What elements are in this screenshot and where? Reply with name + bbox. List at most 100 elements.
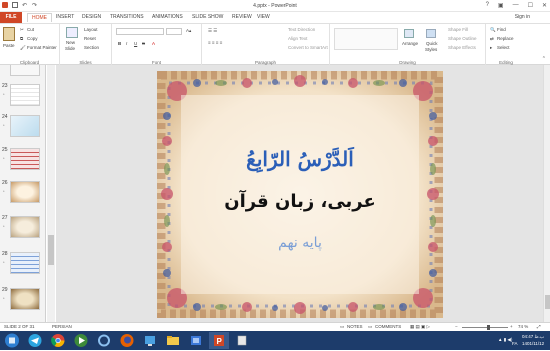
convert-smartart-button[interactable]: Convert to SmartArt <box>288 45 328 50</box>
firefox-icon[interactable] <box>117 332 137 349</box>
powerpoint-taskbar-icon[interactable]: P <box>209 332 229 349</box>
thumbnail-image[interactable] <box>10 181 40 203</box>
format-painter-icon[interactable]: 🖌 <box>20 45 26 51</box>
tab-file[interactable]: FILE <box>0 12 22 23</box>
new-slide-icon[interactable] <box>66 27 78 38</box>
find-button[interactable]: Find <box>497 27 506 32</box>
find-icon[interactable]: 🔍 <box>490 27 496 33</box>
chrome-icon[interactable] <box>48 332 68 349</box>
file-explorer-icon[interactable] <box>163 332 183 349</box>
slide-scrollbar[interactable] <box>543 65 550 322</box>
arrange-button[interactable]: Arrange <box>402 41 418 46</box>
thumbnail-image[interactable] <box>10 84 40 106</box>
help-button[interactable]: ? <box>486 2 489 9</box>
replace-button[interactable]: Replace <box>497 36 514 41</box>
thumbnail-image[interactable] <box>10 148 40 170</box>
align-text-button[interactable]: Align Text <box>288 36 307 41</box>
new-slide-button[interactable]: New <box>66 40 75 45</box>
collapse-ribbon-icon[interactable]: ⌃ <box>542 56 546 62</box>
align-icons[interactable]: ≡ ≡ ≡ ≡ <box>208 40 222 45</box>
strike-button[interactable]: S <box>142 41 145 46</box>
clock-time[interactable]: 04:47 ب.ظ <box>522 334 544 340</box>
cut-icon[interactable]: ✂ <box>20 27 24 33</box>
current-slide[interactable]: اَلدَّرْسُ الرّابِعُ عربی، زبان قرآن پای… <box>157 71 443 318</box>
text-direction-button[interactable]: Text Direction <box>288 27 315 32</box>
thumbnail-image[interactable] <box>10 252 40 274</box>
slide-thumbnail-27[interactable]: 27 * <box>0 215 45 245</box>
notes-icon[interactable]: ▭ <box>340 324 344 330</box>
paste-button[interactable]: Paste <box>3 43 15 48</box>
arrange-icon[interactable] <box>404 29 414 38</box>
shape-outline-button[interactable]: Shape Outline <box>448 36 477 41</box>
slide-thumbnail-23[interactable]: 23 * <box>0 83 45 113</box>
thumbnail-scroll-thumb[interactable] <box>48 235 54 265</box>
layout-button[interactable]: Layout <box>84 27 98 32</box>
slide-grade-label[interactable]: پایه نهم <box>157 235 443 251</box>
select-icon[interactable]: ▸ <box>490 45 492 51</box>
slide-subject-title[interactable]: عربی، زبان قرآن <box>157 191 443 212</box>
taskbar-app-icon[interactable] <box>232 332 252 349</box>
quick-styles-icon[interactable] <box>426 29 436 38</box>
shape-effects-button[interactable]: Shape Effects <box>448 45 476 50</box>
view-buttons[interactable]: ▦ ▤ ▣ ▷ <box>410 324 430 330</box>
copy-button[interactable]: Copy <box>27 36 38 41</box>
tab-view[interactable]: VIEW <box>257 14 270 20</box>
comments-button[interactable]: COMMENTS <box>375 324 401 329</box>
slide-thumbnail-25[interactable]: 25 * <box>0 147 45 177</box>
zoom-level[interactable]: 74 % <box>518 324 528 329</box>
slide-scroll-thumb[interactable] <box>545 295 550 309</box>
quick-styles-button-line2[interactable]: Styles <box>425 47 437 52</box>
notes-button[interactable]: NOTES <box>347 324 363 329</box>
section-button[interactable]: Section <box>84 45 99 50</box>
network-icon[interactable] <box>140 332 160 349</box>
select-button[interactable]: Select <box>497 45 510 50</box>
cut-button[interactable]: Cut <box>27 27 34 32</box>
tab-home[interactable]: HOME <box>27 13 52 22</box>
slide-thumbnail-24[interactable]: 24 * <box>0 114 45 144</box>
zoom-slider[interactable] <box>462 327 508 328</box>
fit-slide-icon[interactable]: ⤢ <box>537 324 541 329</box>
font-color-icon[interactable]: A <box>152 41 155 46</box>
thumbnail-scrollbar[interactable] <box>47 65 55 322</box>
bold-button[interactable]: B <box>118 41 121 46</box>
format-painter-button[interactable]: Format Painter <box>27 45 57 50</box>
new-slide-button-line2[interactable]: Slide <box>65 46 75 51</box>
font-name-box[interactable] <box>116 28 164 35</box>
language-indicator[interactable]: PERSIAN <box>52 324 72 329</box>
tab-transitions[interactable]: TRANSITIONS <box>110 14 144 20</box>
slide-editing-area[interactable]: اَلدَّرْسُ الرّابِعُ عربی، زبان قرآن پای… <box>56 65 543 322</box>
tab-slideshow[interactable]: SLIDE SHOW <box>192 14 223 20</box>
font-size-box[interactable] <box>166 28 182 35</box>
zoom-out-icon[interactable]: − <box>455 324 458 329</box>
slide-thumbnail-29[interactable]: 29 * <box>0 287 45 317</box>
close-button[interactable]: ✕ <box>542 2 547 9</box>
telegram-icon[interactable] <box>25 332 45 349</box>
thumbnail-image[interactable] <box>10 65 40 76</box>
slide-thumbnail-26[interactable]: 26 * <box>0 180 45 210</box>
refresh-icon[interactable] <box>94 332 114 349</box>
tab-insert[interactable]: INSERT <box>56 14 74 20</box>
tab-animations[interactable]: ANIMATIONS <box>152 14 183 20</box>
zoom-slider-thumb[interactable] <box>487 325 490 330</box>
tab-design[interactable]: DESIGN <box>82 14 101 20</box>
comments-icon[interactable]: ▭ <box>368 324 372 330</box>
shape-fill-button[interactable]: Shape Fill <box>448 27 468 32</box>
thumbnail-image[interactable] <box>10 115 40 137</box>
slide-thumbnails-pane[interactable]: 23 * 24 * 25 * 26 * 27 * 28 * 29 * <box>0 65 46 322</box>
thumbnail-image[interactable] <box>10 288 40 310</box>
input-language[interactable]: FA <box>512 341 518 346</box>
clock-date[interactable]: 1401/11/12 <box>522 341 544 346</box>
app-icon[interactable] <box>186 332 206 349</box>
media-player-icon[interactable] <box>71 332 91 349</box>
slide-thumbnail[interactable] <box>0 65 45 83</box>
bullets-icon[interactable]: ☰ ☰ <box>208 28 217 34</box>
quick-styles-button[interactable]: Quick <box>426 41 438 46</box>
paste-icon[interactable] <box>3 27 15 41</box>
thumbnail-image[interactable] <box>10 216 40 238</box>
minimize-button[interactable]: — <box>513 2 519 9</box>
underline-button[interactable]: U <box>134 41 137 46</box>
ribbon-display-button[interactable]: ▣ <box>498 2 504 9</box>
replace-icon[interactable]: ⇄ <box>490 36 494 42</box>
reset-button[interactable]: Reset <box>84 36 96 41</box>
zoom-in-icon[interactable]: + <box>510 324 513 329</box>
